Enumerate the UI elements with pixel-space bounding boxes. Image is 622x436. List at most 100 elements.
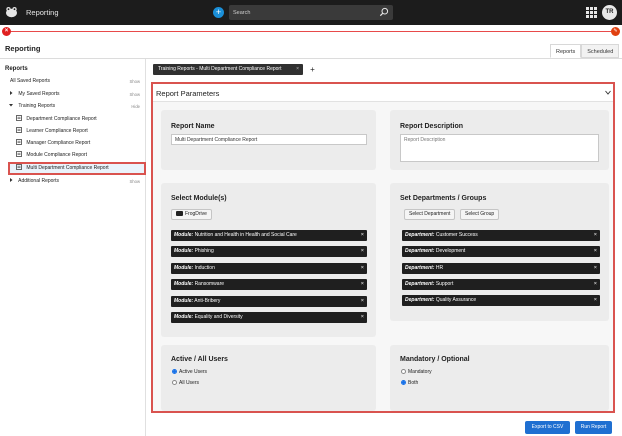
search-input[interactable] — [233, 7, 373, 18]
chip-prefix: Module: — [174, 298, 194, 304]
select-modules-label: Select Module(s) — [171, 195, 227, 202]
tab-scheduled[interactable]: Scheduled — [581, 44, 620, 58]
chip-label: Quality Assurance — [435, 297, 477, 303]
sidebar-item-module-compliance-report[interactable]: Module Compliance Report — [16, 150, 87, 161]
remove-icon[interactable]: × — [594, 295, 597, 306]
radio-mandatory[interactable]: Mandatory — [401, 368, 432, 376]
sidebar: Reports All Saved Reports Show My Saved … — [0, 59, 146, 436]
radio-label: Both — [408, 380, 419, 386]
remove-icon[interactable]: × — [361, 230, 364, 241]
edit-bar-line — [11, 31, 611, 32]
sidebar-item-label: My Saved Reports — [18, 91, 60, 97]
search-icon[interactable] — [379, 7, 389, 17]
frog-logo-icon[interactable] — [5, 6, 18, 18]
remove-icon[interactable]: × — [594, 263, 597, 274]
show-toggle[interactable]: Show — [130, 176, 140, 187]
report-tab-label: Training Reports - Multi Department Comp… — [158, 66, 282, 72]
chevron-down-icon[interactable] — [8, 102, 14, 108]
sidebar-item-all-saved-reports[interactable]: All Saved Reports Show — [10, 76, 144, 87]
tab-reports[interactable]: Reports — [550, 44, 582, 58]
chevron-right-icon[interactable] — [8, 90, 14, 96]
add-icon[interactable]: + — [213, 7, 224, 18]
report-tab[interactable]: Training Reports - Multi Department Comp… — [153, 64, 303, 75]
radio-button[interactable] — [172, 380, 177, 385]
module-chip: Module: Phishing × — [171, 246, 367, 257]
chip-prefix: Department: — [405, 297, 435, 303]
chip-label: Customer Success — [435, 232, 478, 238]
select-department-button[interactable]: Select Department — [404, 209, 456, 220]
report-parameters-panel: Report Parameters Report Name Report Des… — [151, 82, 615, 413]
report-name-card: Report Name — [161, 110, 376, 170]
chevron-right-icon[interactable] — [8, 177, 14, 183]
export-to-csv-button[interactable]: Export to CSV — [525, 421, 570, 434]
chip-prefix: Department: — [405, 281, 435, 287]
radio-button[interactable] — [401, 380, 406, 385]
radio-both[interactable]: Both — [401, 379, 418, 387]
chip-prefix: Department: — [405, 232, 435, 238]
remove-icon[interactable]: × — [594, 230, 597, 241]
remove-icon[interactable]: × — [361, 246, 364, 257]
chip-prefix: Module: — [174, 281, 194, 287]
edit-bar — [0, 26, 622, 38]
report-icon — [16, 115, 22, 121]
close-icon[interactable]: × — [2, 27, 11, 36]
radio-label: All Users — [179, 380, 200, 386]
close-tab-icon[interactable]: × — [296, 64, 299, 75]
remove-icon[interactable]: × — [361, 279, 364, 290]
report-icon — [16, 139, 22, 145]
remove-icon[interactable]: × — [594, 246, 597, 257]
sidebar-item-label: All Saved Reports — [10, 78, 51, 84]
app-title: Reporting — [26, 8, 59, 17]
search-box[interactable] — [229, 5, 393, 20]
run-report-button[interactable]: Run Report — [575, 421, 612, 434]
chip-label: Induction — [194, 265, 215, 271]
chip-label: Anti-Bribery — [194, 298, 221, 304]
sidebar-item-my-saved-reports[interactable]: My Saved Reports Show — [8, 89, 144, 100]
sidebar-item-learner-compliance-report[interactable]: Learner Compliance Report — [16, 126, 88, 137]
hide-toggle[interactable]: Hide — [131, 101, 140, 112]
sidebar-heading: Reports — [5, 66, 28, 72]
apps-grid-icon[interactable] — [586, 7, 597, 18]
remove-icon[interactable]: × — [361, 296, 364, 307]
radio-all-users[interactable]: All Users — [172, 379, 199, 387]
department-chip: Department: Customer Success × — [402, 230, 600, 241]
report-description-input[interactable] — [400, 134, 599, 162]
remove-icon[interactable]: × — [361, 263, 364, 274]
frogdrive-button[interactable]: FrogDrive — [171, 209, 212, 220]
users-filter-label: Active / All Users — [171, 356, 228, 363]
remove-icon[interactable]: × — [594, 279, 597, 290]
add-tab-icon[interactable]: + — [307, 64, 318, 75]
departments-groups-card: Set Departments / Groups Select Departme… — [390, 183, 609, 321]
page-tabs: Reports Scheduled — [550, 44, 620, 58]
mandatory-optional-label: Mandatory / Optional — [400, 356, 470, 363]
report-parameters-title: Report Parameters — [156, 89, 220, 98]
department-chip: Department: Development × — [402, 246, 600, 257]
select-modules-card: Select Module(s) FrogDrive Module: Nutri… — [161, 183, 376, 337]
avatar[interactable]: TR — [602, 5, 617, 20]
sidebar-item-label: Learner Compliance Report — [26, 128, 88, 134]
radio-active-users[interactable]: Active Users — [172, 368, 207, 376]
report-parameters-header[interactable]: Report Parameters — [153, 84, 613, 102]
sidebar-item-department-compliance-report[interactable]: Department Compliance Report — [16, 114, 97, 125]
sidebar-item-multi-department-compliance-report[interactable]: Multi Department Compliance Report — [16, 163, 109, 174]
chip-prefix: Department: — [405, 248, 435, 254]
chip-label: Support — [435, 281, 454, 287]
sidebar-item-training-reports[interactable]: Training Reports Hide — [8, 101, 144, 112]
radio-button[interactable] — [401, 369, 406, 374]
chevron-down-icon[interactable] — [605, 90, 611, 95]
frogdrive-button-label: FrogDrive — [185, 211, 207, 217]
show-toggle[interactable]: Show — [130, 89, 140, 100]
module-chip: Module: Anti-Bribery × — [171, 296, 367, 307]
chip-prefix: Module: — [174, 265, 194, 271]
remove-icon[interactable]: × — [361, 312, 364, 323]
show-toggle[interactable]: Show — [130, 76, 140, 87]
module-chip: Module: Nutrition and Health in Health a… — [171, 230, 367, 241]
sidebar-item-additional-reports[interactable]: Additional Reports Show — [8, 176, 144, 187]
radio-button[interactable] — [172, 369, 177, 374]
chip-label: Equality and Diversity — [194, 314, 243, 320]
report-name-input[interactable] — [171, 134, 367, 145]
select-group-button[interactable]: Select Group — [460, 209, 500, 220]
sidebar-item-manager-compliance-report[interactable]: Manager Compliance Report — [16, 138, 90, 149]
pencil-icon[interactable]: ✎ — [611, 27, 620, 36]
page-title: Reporting — [5, 44, 41, 53]
